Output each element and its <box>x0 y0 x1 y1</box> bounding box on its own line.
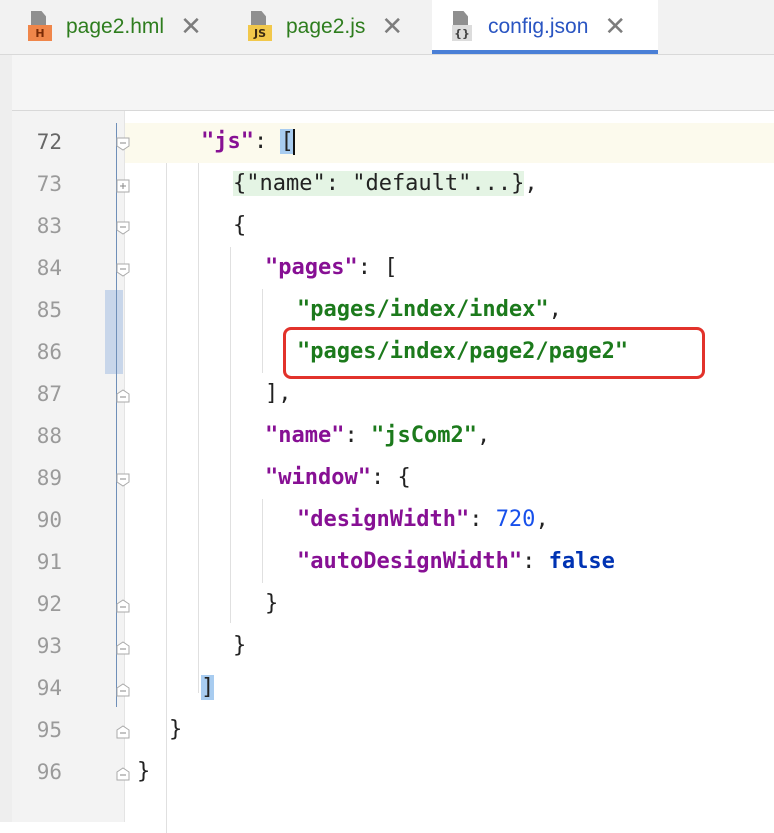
indent-guide <box>166 163 167 833</box>
code-line-93: } <box>233 633 247 658</box>
line-number: 96 <box>36 760 62 784</box>
line-number: 86 <box>36 340 62 364</box>
scope-indicator-line <box>116 123 117 707</box>
line-number: 87 <box>36 382 62 406</box>
tab-label: page2.hml <box>66 15 165 38</box>
json-file-icon: {} <box>450 11 478 43</box>
line-number: 92 <box>36 592 62 616</box>
fold-end-icon[interactable] <box>116 683 130 697</box>
code-line-83: { <box>233 213 247 238</box>
code-line-87: ], <box>265 381 292 406</box>
indent-guide <box>262 499 263 583</box>
code-line-73[interactable]: {"name": "default"...}, <box>233 163 538 205</box>
code-line-90: "designWidth": 720, <box>297 507 549 532</box>
tab-config-json[interactable]: {} config.json ✕ <box>432 0 658 54</box>
fold-end-icon[interactable] <box>116 641 130 655</box>
active-tab-indicator <box>432 50 658 54</box>
close-icon[interactable]: ✕ <box>180 14 202 40</box>
line-number: 95 <box>36 718 62 742</box>
fold-end-icon[interactable] <box>116 389 130 403</box>
fold-collapse-icon[interactable] <box>116 263 130 277</box>
code-line-92: } <box>265 591 279 616</box>
fold-column-divider <box>124 111 125 822</box>
line-number: 83 <box>36 214 62 238</box>
text-cursor <box>292 129 295 155</box>
code-editor[interactable]: 72 73 83 84 85 86 87 88 89 90 91 92 93 9… <box>12 111 774 833</box>
fold-collapse-icon[interactable] <box>116 137 130 151</box>
tab-page2-hml[interactable]: H page2.hml ✕ <box>28 0 228 54</box>
highlight-annotation-box <box>283 327 705 379</box>
line-number: 84 <box>36 256 62 280</box>
code-line-94: ] <box>201 667 215 709</box>
vcs-change-marker <box>105 290 123 374</box>
indent-guide <box>230 247 231 623</box>
code-line-72: "js": [ <box>201 129 295 155</box>
code-line-91: "autoDesignWidth": false <box>297 549 615 574</box>
line-number: 85 <box>36 298 62 322</box>
code-line-85: "pages/index/index", <box>297 297 562 322</box>
editor-tab-bar: H page2.hml ✕ JS page2.js ✕ {} config.js… <box>0 0 774 55</box>
close-icon[interactable]: ✕ <box>604 14 626 40</box>
fold-end-icon[interactable] <box>116 725 130 739</box>
line-number: 91 <box>36 550 62 574</box>
fold-end-icon[interactable] <box>116 599 130 613</box>
left-tool-strip <box>0 55 12 822</box>
indent-guide <box>198 163 199 693</box>
hml-file-icon: H <box>28 11 56 43</box>
tab-label: config.json <box>488 15 589 38</box>
line-number: 93 <box>36 634 62 658</box>
fold-collapse-icon[interactable] <box>116 473 130 487</box>
matched-bracket: [ <box>280 129 294 154</box>
fold-end-icon[interactable] <box>116 767 130 781</box>
code-line-88: "name": "jsCom2", <box>265 423 491 448</box>
code-line-84: "pages": [ <box>265 255 398 280</box>
code-line-96: } <box>137 759 151 784</box>
matched-bracket: ] <box>201 675 215 700</box>
line-number: 88 <box>36 424 62 448</box>
line-number: 90 <box>36 508 62 532</box>
js-file-icon: JS <box>248 11 276 43</box>
close-icon[interactable]: ✕ <box>381 14 403 40</box>
line-number: 72 <box>36 130 62 154</box>
fold-expand-icon[interactable] <box>116 179 130 193</box>
fold-collapse-icon[interactable] <box>116 221 130 235</box>
line-number: 89 <box>36 466 62 490</box>
code-line-89: "window": { <box>265 465 411 490</box>
folded-region[interactable]: {"name": "default"...} <box>233 171 525 196</box>
line-number: 73 <box>36 172 62 196</box>
tab-page2-js[interactable]: JS page2.js ✕ <box>248 0 428 54</box>
line-number: 94 <box>36 676 62 700</box>
code-line-95: } <box>169 717 183 742</box>
tab-label: page2.js <box>286 15 366 38</box>
editor-breadcrumb-bar <box>12 55 774 111</box>
indent-guide <box>262 289 263 373</box>
